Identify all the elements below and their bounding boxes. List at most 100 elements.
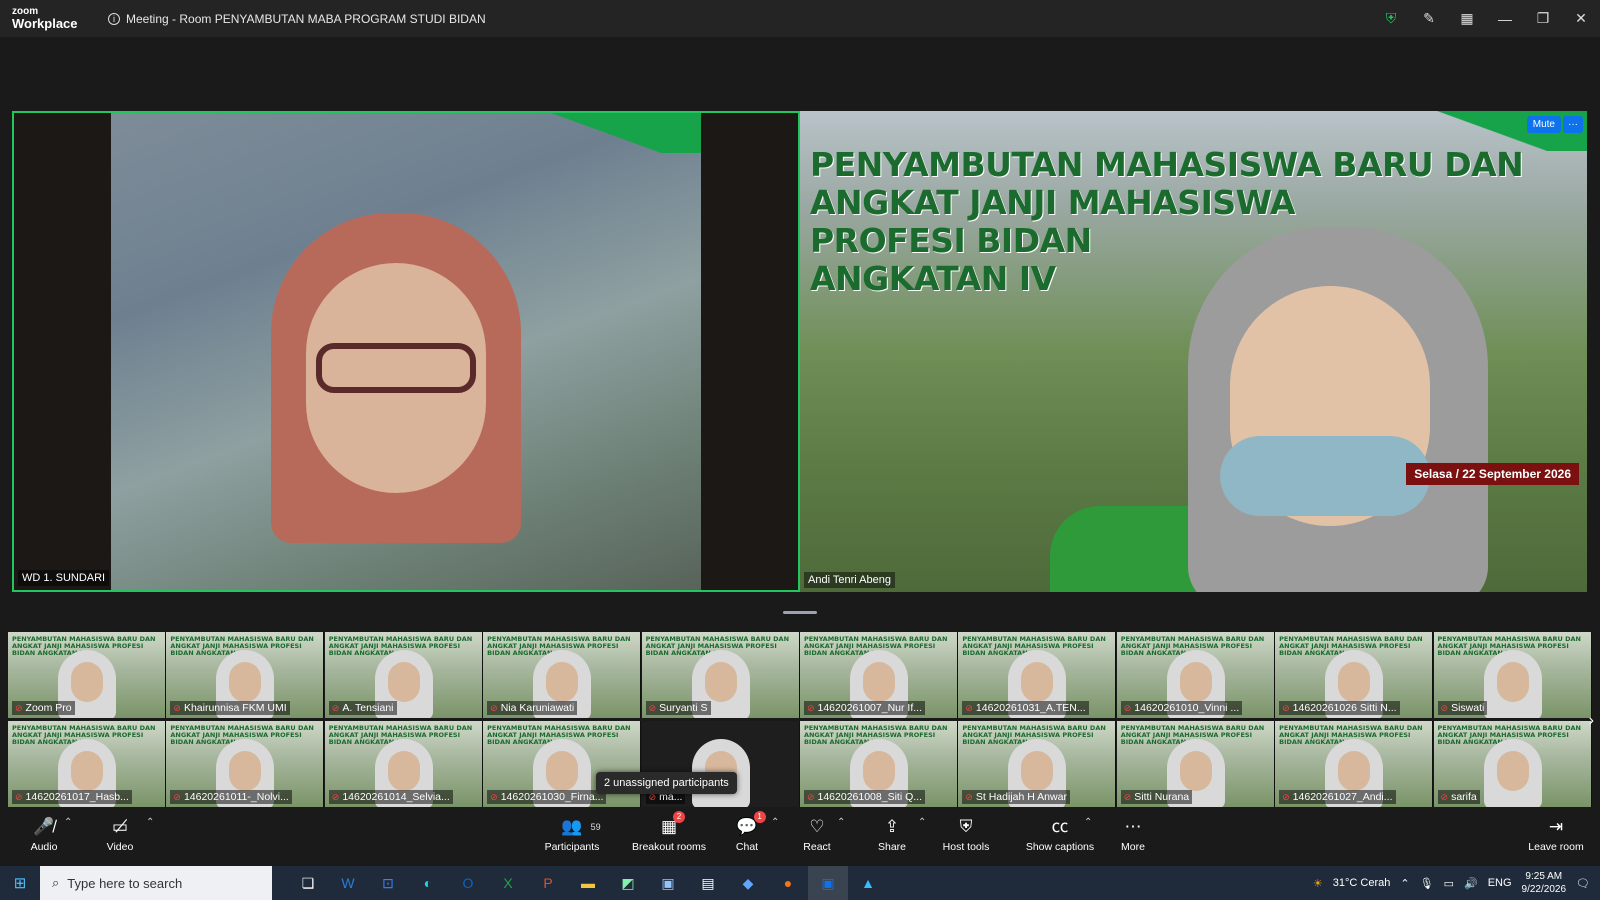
app-icon[interactable]: ▣ xyxy=(648,866,688,900)
network-icon[interactable]: ▭ xyxy=(1444,877,1454,890)
next-page-arrow-icon[interactable]: › xyxy=(1589,712,1594,730)
gallery-tile[interactable]: PENYAMBUTAN MAHASISWA BARU DAN ANGKAT JA… xyxy=(166,632,325,718)
outlook-icon[interactable]: O xyxy=(448,866,488,900)
gallery-tile[interactable]: PENYAMBUTAN MAHASISWA BARU DAN ANGKAT JA… xyxy=(8,632,166,718)
participant-name: ⊘ Suryanti S xyxy=(645,701,711,715)
participants-label: Participants xyxy=(544,841,600,853)
task-view-icon[interactable]: ❏ xyxy=(288,866,328,900)
edge-icon[interactable]: ◐ xyxy=(408,866,448,900)
participant-name-text: 14620261007_Nur If... xyxy=(817,702,923,714)
share-label: Share xyxy=(877,841,907,853)
volume-icon[interactable]: 🔊 xyxy=(1464,877,1478,890)
minimize-icon[interactable]: — xyxy=(1486,0,1524,37)
gallery-tile[interactable]: PENYAMBUTAN MAHASISWA BARU DAN ANGKAT JA… xyxy=(799,721,958,807)
slide-line: ANGKAT JANJI MAHASISWA xyxy=(810,183,1296,222)
gallery-tile[interactable]: PENYAMBUTAN MAHASISWA BARU DAN ANGKAT JA… xyxy=(1275,721,1434,807)
gallery-tile[interactable]: PENYAMBUTAN MAHASISWA BARU DAN ANGKAT JA… xyxy=(641,632,800,718)
clock[interactable]: 9:25 AM 9/22/2026 xyxy=(1522,870,1567,896)
app-icon[interactable]: ◩ xyxy=(608,866,648,900)
word-icon[interactable]: W xyxy=(328,866,368,900)
participant-name-text: 14620261027_Andi... xyxy=(1292,791,1393,803)
audio-options-caret-icon[interactable]: ⌃ xyxy=(64,817,72,828)
more-button[interactable]: ⋯ More xyxy=(1089,815,1177,853)
participant-name-text: Sitti Nurana xyxy=(1134,791,1190,803)
title-bar: zoom Workplace i Meeting - Room PENYAMBU… xyxy=(0,0,1600,37)
zoom-app-icon[interactable]: ▣ xyxy=(808,866,848,900)
taskbar-search[interactable]: ⌕ Type here to search xyxy=(40,866,272,900)
pkp-icon[interactable]: ▤ xyxy=(688,866,728,900)
restore-icon[interactable]: ❐ xyxy=(1524,0,1562,37)
participant-face xyxy=(387,662,420,702)
app-icon[interactable]: ◆ xyxy=(728,866,768,900)
gallery-tile[interactable]: PENYAMBUTAN MAHASISWA BARU DAN ANGKAT JA… xyxy=(324,632,483,718)
background-banner xyxy=(541,113,701,153)
participant-name-text: 14620261011-_Nolvi... xyxy=(183,791,289,803)
notifications-icon[interactable]: 🗨 xyxy=(1576,877,1590,890)
pen-icon[interactable]: ✎ xyxy=(1410,0,1448,37)
weather-text[interactable]: 31°C Cerah xyxy=(1333,877,1391,889)
resize-handle[interactable] xyxy=(783,611,817,614)
file-explorer-icon[interactable]: ▬ xyxy=(568,866,608,900)
participant-face xyxy=(229,751,262,791)
audio-button[interactable]: 🎤̸ Audio xyxy=(0,815,88,853)
video-stage: WD 1. SUNDARI PENYAMBUTAN MAHASISWA BARU… xyxy=(0,37,1600,632)
gallery-tile[interactable]: PENYAMBUTAN MAHASISWA BARU DAN ANGKAT JA… xyxy=(324,721,483,807)
share-screen-icon: ⇪ xyxy=(884,817,900,836)
gallery-tile[interactable]: PENYAMBUTAN MAHASISWA BARU DAN ANGKAT JA… xyxy=(1433,632,1592,718)
view-grid-icon[interactable]: ▦ xyxy=(1448,0,1486,37)
gallery-tile[interactable]: PENYAMBUTAN MAHASISWA BARU DAN ANGKAT JA… xyxy=(799,632,958,718)
participants-button[interactable]: 👥 59 Participants xyxy=(528,815,616,853)
excel-icon[interactable]: X xyxy=(488,866,528,900)
heart-icon: ♡ xyxy=(809,817,825,836)
windows-start-icon[interactable]: ⊞ xyxy=(0,874,40,892)
encryption-shield-icon[interactable]: ⛨ xyxy=(1372,0,1410,37)
gallery-tile[interactable]: PENYAMBUTAN MAHASISWA BARU DAN ANGKAT JA… xyxy=(483,632,642,718)
close-icon[interactable]: ✕ xyxy=(1562,0,1600,37)
tile-more-button[interactable]: ··· xyxy=(1563,116,1583,133)
slide-line: PENYAMBUTAN MAHASISWA BARU DAN xyxy=(810,145,1524,184)
participant-name: ⊘ 14620261014_Selvia... xyxy=(328,790,453,804)
host-tools-label: Host tools xyxy=(942,841,990,853)
video-options-caret-icon[interactable]: ⌃ xyxy=(146,817,154,828)
meeting-info[interactable]: i Meeting - Room PENYAMBUTAN MABA PROGRA… xyxy=(108,12,486,26)
leave-room-button[interactable]: ⇥ Leave room xyxy=(1512,815,1600,853)
leave-icon: ⇥ xyxy=(1548,817,1564,836)
participant-name-text: A. Tensiani xyxy=(342,702,394,714)
gallery-tile[interactable]: PENYAMBUTAN MAHASISWA BARU DAN ANGKAT JA… xyxy=(1116,632,1275,718)
gallery-tile[interactable]: PENYAMBUTAN MAHASISWA BARU DAN ANGKAT JA… xyxy=(1275,632,1434,718)
gallery-tile[interactable]: PENYAMBUTAN MAHASISWA BARU DAN ANGKAT JA… xyxy=(958,721,1117,807)
participant-face xyxy=(1338,751,1371,791)
video-label: Video xyxy=(106,841,134,853)
participant-name-text: 14620261008_Siti Q... xyxy=(817,791,923,803)
participant-face xyxy=(71,662,103,702)
gallery-tile[interactable]: PENYAMBUTAN MAHASISWA BARU DAN ANGKAT JA… xyxy=(1116,721,1275,807)
store-icon[interactable]: ⊡ xyxy=(368,866,408,900)
participant-name-text: Zoom Pro xyxy=(25,702,72,714)
gallery-tile[interactable]: PENYAMBUTAN MAHASISWA BARU DAN ANGKAT JA… xyxy=(166,721,325,807)
participant-name-text: 14620261031_A.TEN... xyxy=(975,702,1086,714)
mic-muted-icon: ⊘ xyxy=(806,792,815,802)
gallery-tile[interactable]: PENYAMBUTAN MAHASISWA BARU DAN ANGKAT JA… xyxy=(958,632,1117,718)
photos-icon[interactable]: ▲ xyxy=(848,866,888,900)
mic-icon[interactable]: 🎙 xyxy=(1420,877,1434,890)
host-tools-button[interactable]: ⛨ Host tools xyxy=(922,815,1010,853)
powerpoint-icon[interactable]: P xyxy=(528,866,568,900)
mute-participant-button[interactable]: Mute xyxy=(1526,116,1561,133)
react-options-caret-icon[interactable]: ⌃ xyxy=(837,817,845,828)
letterbox-left xyxy=(14,113,111,590)
breakout-rooms-button[interactable]: ▦ 2 Breakout rooms xyxy=(623,811,715,853)
language-indicator[interactable]: ENG xyxy=(1488,877,1512,889)
gallery-tile[interactable]: PENYAMBUTAN MAHASISWA BARU DAN ANGKAT JA… xyxy=(1433,721,1592,807)
video-tile-active-speaker[interactable]: WD 1. SUNDARI xyxy=(12,111,800,592)
firefox-icon[interactable]: ● xyxy=(768,866,808,900)
tray-expand-icon[interactable]: ⌃ xyxy=(1400,877,1409,890)
gallery-tile[interactable]: PENYAMBUTAN MAHASISWA BARU DAN ANGKAT JA… xyxy=(483,721,642,807)
gallery-tile[interactable]: PENYAMBUTAN MAHASISWA BARU DAN ANGKAT JA… xyxy=(8,721,166,807)
info-icon[interactable]: i xyxy=(108,12,120,25)
participant-face xyxy=(546,662,579,702)
video-tile-presenter[interactable]: PENYAMBUTAN MAHASISWA BARU DAN ANGKAT JA… xyxy=(800,111,1587,592)
letterbox-right xyxy=(701,113,798,590)
gallery-tile[interactable]: ⊘ ma... xyxy=(641,721,800,807)
weather-icon: ☀ xyxy=(1312,877,1323,890)
breakout-rooms-icon: ▦ 2 xyxy=(661,811,686,839)
